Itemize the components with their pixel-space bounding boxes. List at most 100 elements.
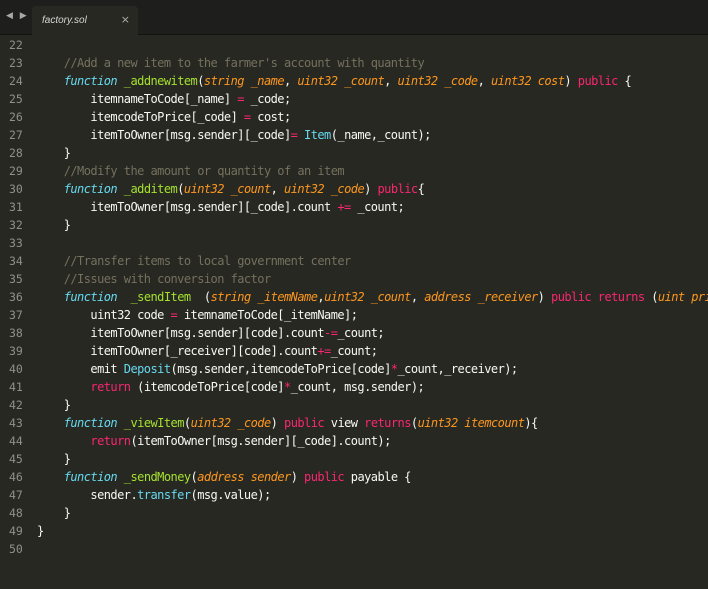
code-token: itemnameToCode[_name] [37, 92, 238, 106]
tab-nav-arrows-icon[interactable]: ◀ ▶ [6, 11, 29, 21]
code-token: { [617, 74, 632, 88]
code-line[interactable]: } [37, 396, 708, 414]
code-line[interactable]: itemcodeToPrice[_code] = cost; [37, 108, 708, 126]
code-token: address _receiver [424, 290, 538, 304]
code-token: string _itemName [210, 290, 318, 304]
code-line[interactable]: } [37, 144, 708, 162]
close-icon[interactable]: × [121, 13, 130, 26]
line-number: 27 [9, 128, 23, 142]
code-token: function [63, 74, 118, 88]
code-line[interactable]: itemToOwner[_receiver][code].count+=_cou… [37, 342, 708, 360]
code-line[interactable] [37, 234, 708, 252]
code-token: _code; [243, 92, 292, 106]
code-token: -= [324, 326, 338, 340]
line-number: 45 [9, 452, 23, 466]
code-token: itemToOwner[msg.sender][_code].count [37, 200, 338, 214]
code-token: //Transfer items to local government cen… [63, 254, 352, 268]
line-number: 49 [9, 524, 23, 538]
code-line[interactable]: //Issues with conversion factor [37, 270, 708, 288]
code-token: += [337, 200, 351, 214]
code-line[interactable]: sender.transfer(msg.value); [37, 486, 708, 504]
code-line[interactable]: return(itemToOwner[msg.sender][_code].co… [37, 432, 708, 450]
code-token: uint32 _count [297, 74, 385, 88]
code-token: , [284, 74, 298, 88]
code-line[interactable]: } [37, 216, 708, 234]
code-line[interactable]: itemToOwner[msg.sender][_code]= Item(_na… [37, 126, 708, 144]
code-token: view [324, 416, 365, 430]
code-token: ( [644, 290, 658, 304]
code-line[interactable]: itemnameToCode[_name] = _code; [37, 90, 708, 108]
code-token: uint32 cost [490, 74, 565, 88]
code-token: uint32 itemcount [417, 416, 525, 430]
code-line[interactable]: function _sendMoney(address sender) publ… [37, 468, 708, 486]
tab-factory-sol[interactable]: factory.sol × [32, 6, 138, 35]
code-line[interactable]: //Transfer items to local government cen… [37, 252, 708, 270]
code-line[interactable]: function _addnewitem(string _name, uint3… [37, 72, 708, 90]
code-area[interactable]: //Add a new item to the farmer's account… [37, 36, 708, 558]
code-line[interactable]: } [37, 450, 708, 468]
line-number: 33 [9, 236, 23, 250]
code-token: , [384, 74, 398, 88]
code-token: Deposit [123, 362, 171, 376]
code-line[interactable]: itemToOwner[msg.sender][_code].count += … [37, 198, 708, 216]
code-token: string _name [203, 74, 285, 88]
code-token: _additem [123, 182, 178, 196]
code-token: ) [564, 74, 578, 88]
code-token: returns [597, 290, 645, 304]
code-token: { [417, 182, 425, 196]
code-token: } [37, 398, 71, 412]
line-number: 30 [9, 182, 23, 196]
code-line[interactable]: emit Deposit(msg.sender,itemcodeToPrice[… [37, 360, 708, 378]
line-number: 41 [9, 380, 23, 394]
line-number: 43 [9, 416, 23, 430]
line-number: 42 [9, 398, 23, 412]
line-number: 31 [9, 200, 23, 214]
code-token: = [237, 92, 244, 106]
code-line[interactable]: //Add a new item to the farmer's account… [37, 54, 708, 72]
code-line[interactable]: function _additem(uint32 _count, uint32 … [37, 180, 708, 198]
code-line[interactable] [37, 36, 708, 54]
tab-title: factory.sol [42, 15, 87, 26]
tab-bar: ◀ ▶ factory.sol × [0, 0, 708, 35]
code-editor[interactable]: 22 23 24 25 26 27 28 29 30 31 32 33 34 35 36 37 38 39 40 41… [0, 36, 708, 589]
code-token: * [284, 380, 291, 394]
code-token: function [63, 416, 118, 430]
code-token: (_name,_count); [330, 128, 432, 142]
code-token: uint32 code [37, 308, 171, 322]
code-token: , [477, 74, 491, 88]
code-line[interactable]: return (itemcodeToPrice[code]*_count, ms… [37, 378, 708, 396]
code-token: //Modify the amount or quantity of an it… [63, 164, 345, 178]
code-token: ( [190, 290, 211, 304]
code-token: _addnewitem [123, 74, 198, 88]
code-line[interactable]: itemToOwner[msg.sender][code].count-=_co… [37, 324, 708, 342]
code-token: itemToOwner[msg.sender][_code] [37, 128, 291, 142]
code-line[interactable]: } [37, 522, 708, 540]
code-line[interactable]: //Modify the amount or quantity of an it… [37, 162, 708, 180]
code-token: return [90, 380, 131, 394]
code-token: cost; [250, 110, 291, 124]
code-line[interactable]: } [37, 504, 708, 522]
code-token: _sendMoney [123, 470, 191, 484]
line-number: 40 [9, 362, 23, 376]
code-token: payable { [344, 470, 412, 484]
line-number: 36 [9, 290, 23, 304]
code-token: public [551, 290, 592, 304]
code-line[interactable]: uint32 code = itemnameToCode[_itemName]; [37, 306, 708, 324]
code-line[interactable] [37, 540, 708, 558]
line-number: 48 [9, 506, 23, 520]
code-token: _count; [337, 326, 385, 340]
code-line[interactable]: function _viewItem(uint32 _code) public … [37, 414, 708, 432]
code-line[interactable]: function _sendItem (string _itemName,uin… [37, 288, 708, 306]
code-token: } [37, 218, 71, 232]
code-token: //Issues with conversion factor [63, 272, 271, 286]
code-token: ) [537, 290, 552, 304]
